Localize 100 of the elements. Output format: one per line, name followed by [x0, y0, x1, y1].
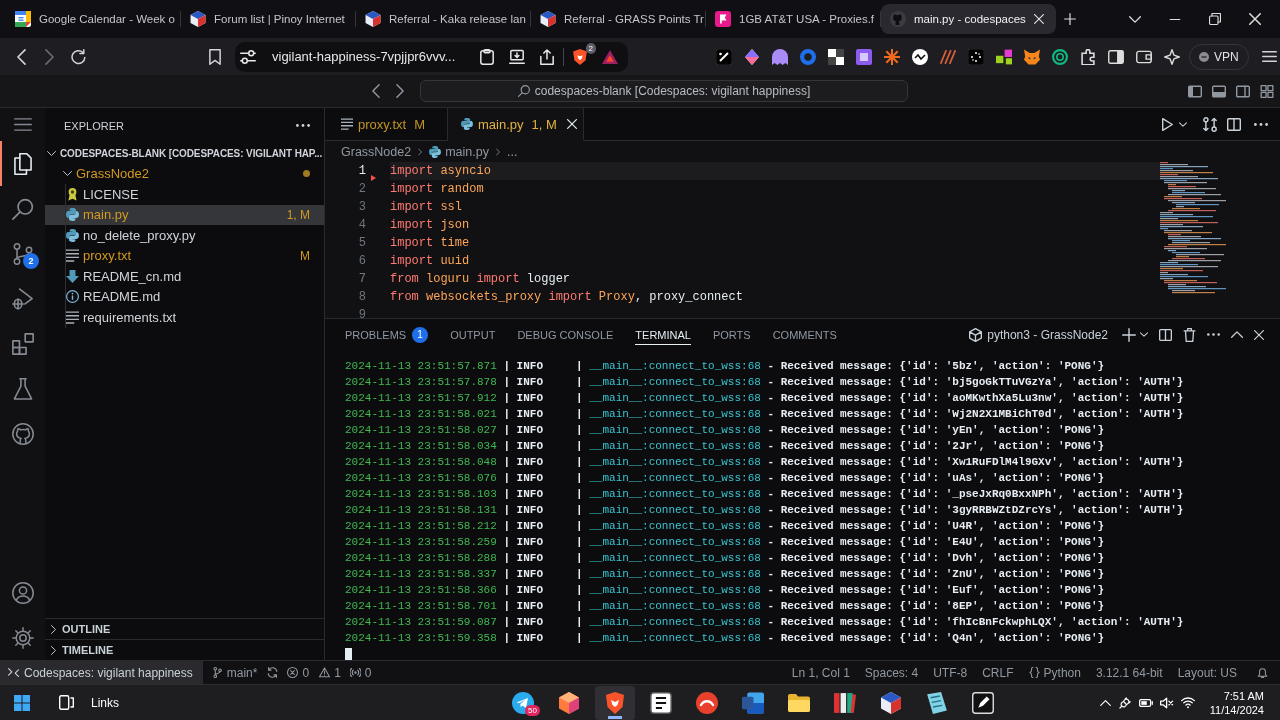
ring-icon[interactable] — [1052, 48, 1068, 65]
panel-tab[interactable]: DEBUG CONSOLE — [517, 324, 614, 345]
sparkle-icon[interactable] — [1164, 48, 1180, 65]
more-icon[interactable] — [1207, 333, 1220, 336]
status-item[interactable]: Ln 1, Col 1 — [791, 665, 850, 680]
windows-icon[interactable] — [14, 694, 30, 711]
starburst-icon[interactable] — [884, 48, 900, 65]
account-icon[interactable] — [11, 581, 34, 604]
panel-tab[interactable]: PORTS — [712, 324, 751, 345]
editor-tab[interactable]: main.py 1, M — [448, 108, 584, 141]
trash-icon[interactable] — [1183, 327, 1196, 342]
plug-icon[interactable] — [1117, 696, 1132, 709]
panel-icon[interactable] — [1212, 84, 1226, 98]
folder-item[interactable]: GrassNode2 — [45, 163, 324, 184]
restore-icon[interactable] — [1209, 13, 1221, 25]
page-icon[interactable] — [650, 691, 672, 714]
gem-icon[interactable] — [744, 48, 760, 65]
cube-icon[interactable] — [558, 691, 580, 714]
wave-circle-icon[interactable] — [912, 48, 928, 65]
clock[interactable]: 7:51 AM 11/14/2024 — [1209, 688, 1264, 717]
sidebar-icon[interactable] — [1108, 48, 1124, 65]
settings-icon[interactable] — [11, 626, 34, 649]
status-item[interactable]: 3.12.1 64-bit — [1095, 665, 1163, 680]
status-item[interactable]: CRLF — [982, 665, 1014, 680]
panel-tab[interactable]: OUTPUT — [450, 324, 496, 345]
square-tile-icon[interactable] — [856, 48, 872, 65]
ghost-icon[interactable] — [772, 48, 788, 65]
more-icon[interactable] — [296, 124, 310, 127]
muted-speaker-icon[interactable] — [1159, 696, 1174, 709]
search-icon[interactable] — [11, 197, 34, 220]
share-icon[interactable] — [539, 48, 555, 65]
files-icon[interactable] — [11, 152, 34, 175]
file-item[interactable]: main.py 1, M — [45, 204, 324, 225]
checker-icon[interactable] — [828, 48, 844, 65]
puzzle-icon[interactable] — [1080, 48, 1096, 65]
close-icon[interactable] — [1033, 14, 1044, 24]
address-field[interactable]: vigilant-happiness-7vpjjpr6vvv... 2 — [235, 41, 628, 72]
caret-icon[interactable] — [1179, 121, 1187, 127]
stripes-icon[interactable] — [940, 48, 956, 65]
pen-tile-icon[interactable] — [972, 691, 994, 714]
panel-tab[interactable]: TERMINAL — [635, 324, 691, 345]
forward-icon[interactable] — [45, 48, 54, 65]
chevron-up-icon[interactable] — [1231, 331, 1243, 338]
play-bug-icon[interactable] — [11, 287, 34, 310]
more-icon[interactable] — [1254, 122, 1268, 126]
remote-indicator[interactable]: Codespaces: vigilant happiness — [0, 661, 203, 684]
minimize-icon[interactable] — [1169, 18, 1181, 20]
task-view-icon[interactable] — [59, 695, 74, 710]
branch-icon[interactable] — [11, 242, 34, 265]
status-item[interactable]: UTF-8 — [933, 665, 968, 680]
reload-icon[interactable] — [71, 48, 86, 65]
status-item[interactable]: Python — [1028, 665, 1081, 680]
caret-icon[interactable] — [1140, 332, 1148, 337]
status-item[interactable]: 0 — [349, 665, 372, 680]
split-icon[interactable] — [1159, 327, 1172, 342]
breadcrumb[interactable]: main.py — [429, 144, 489, 159]
menu-icon[interactable] — [13, 118, 32, 131]
shield-icon[interactable] — [595, 685, 635, 720]
battery-icon[interactable] — [1138, 696, 1153, 709]
bell-icon[interactable] — [1257, 667, 1268, 678]
folder-icon[interactable] — [788, 691, 810, 714]
document-tile-icon[interactable] — [742, 691, 764, 714]
compare-icon[interactable] — [1203, 116, 1217, 132]
panel-tab[interactable]: COMMENTS — [772, 324, 837, 345]
breadcrumb[interactable]: GrassNode2 — [341, 144, 412, 159]
new-tab-icon[interactable] — [1064, 13, 1076, 25]
cube-icon[interactable] — [880, 691, 902, 714]
swoosh-circle-icon[interactable] — [696, 691, 718, 714]
wallet-icon[interactable] — [1136, 48, 1152, 65]
sidebar-left-icon[interactable] — [1188, 84, 1202, 98]
back-icon[interactable] — [17, 48, 26, 65]
notepad-icon[interactable] — [926, 691, 948, 714]
bookmark-icon[interactable] — [209, 48, 221, 65]
section-header[interactable]: OUTLINE — [45, 618, 324, 639]
slash-tile-icon[interactable] — [716, 48, 732, 65]
tune-icon[interactable] — [240, 48, 256, 65]
github-icon[interactable] — [11, 422, 34, 445]
layout-icon[interactable] — [1260, 84, 1274, 98]
forward-icon[interactable] — [396, 84, 404, 98]
browser-tab[interactable]: main.py - codespaces — [881, 4, 1056, 34]
blocks-icon[interactable] — [996, 48, 1012, 65]
flask-icon[interactable] — [11, 377, 34, 400]
chevron-down-icon[interactable] — [1129, 15, 1141, 23]
toolbar-label[interactable]: Links — [91, 695, 119, 710]
back-icon[interactable] — [372, 84, 380, 98]
dots-tile-icon[interactable] — [968, 48, 984, 65]
sidebar-right-icon[interactable] — [1236, 84, 1250, 98]
close-icon[interactable] — [566, 119, 577, 129]
laptop-icon[interactable] — [509, 48, 525, 65]
status-item[interactable]: Spaces: 4 — [864, 665, 919, 680]
panel-tab[interactable]: PROBLEMS 1 — [345, 322, 429, 347]
clipboard-icon[interactable] — [479, 48, 495, 65]
command-center[interactable]: codespaces-blank [Codespaces: vigilant happiness] — [420, 80, 908, 102]
workspace-folder[interactable]: CODESPACES-BLANK [CODESPACES: VIGILANT HAP... — [45, 143, 324, 164]
close-icon[interactable] — [1249, 13, 1261, 25]
play-icon[interactable] — [1162, 117, 1173, 131]
status-item[interactable]: Layout: US — [1177, 665, 1237, 680]
close-icon[interactable] — [1254, 329, 1264, 340]
books-icon[interactable] — [834, 691, 856, 714]
plus-icon[interactable] — [1122, 327, 1136, 342]
